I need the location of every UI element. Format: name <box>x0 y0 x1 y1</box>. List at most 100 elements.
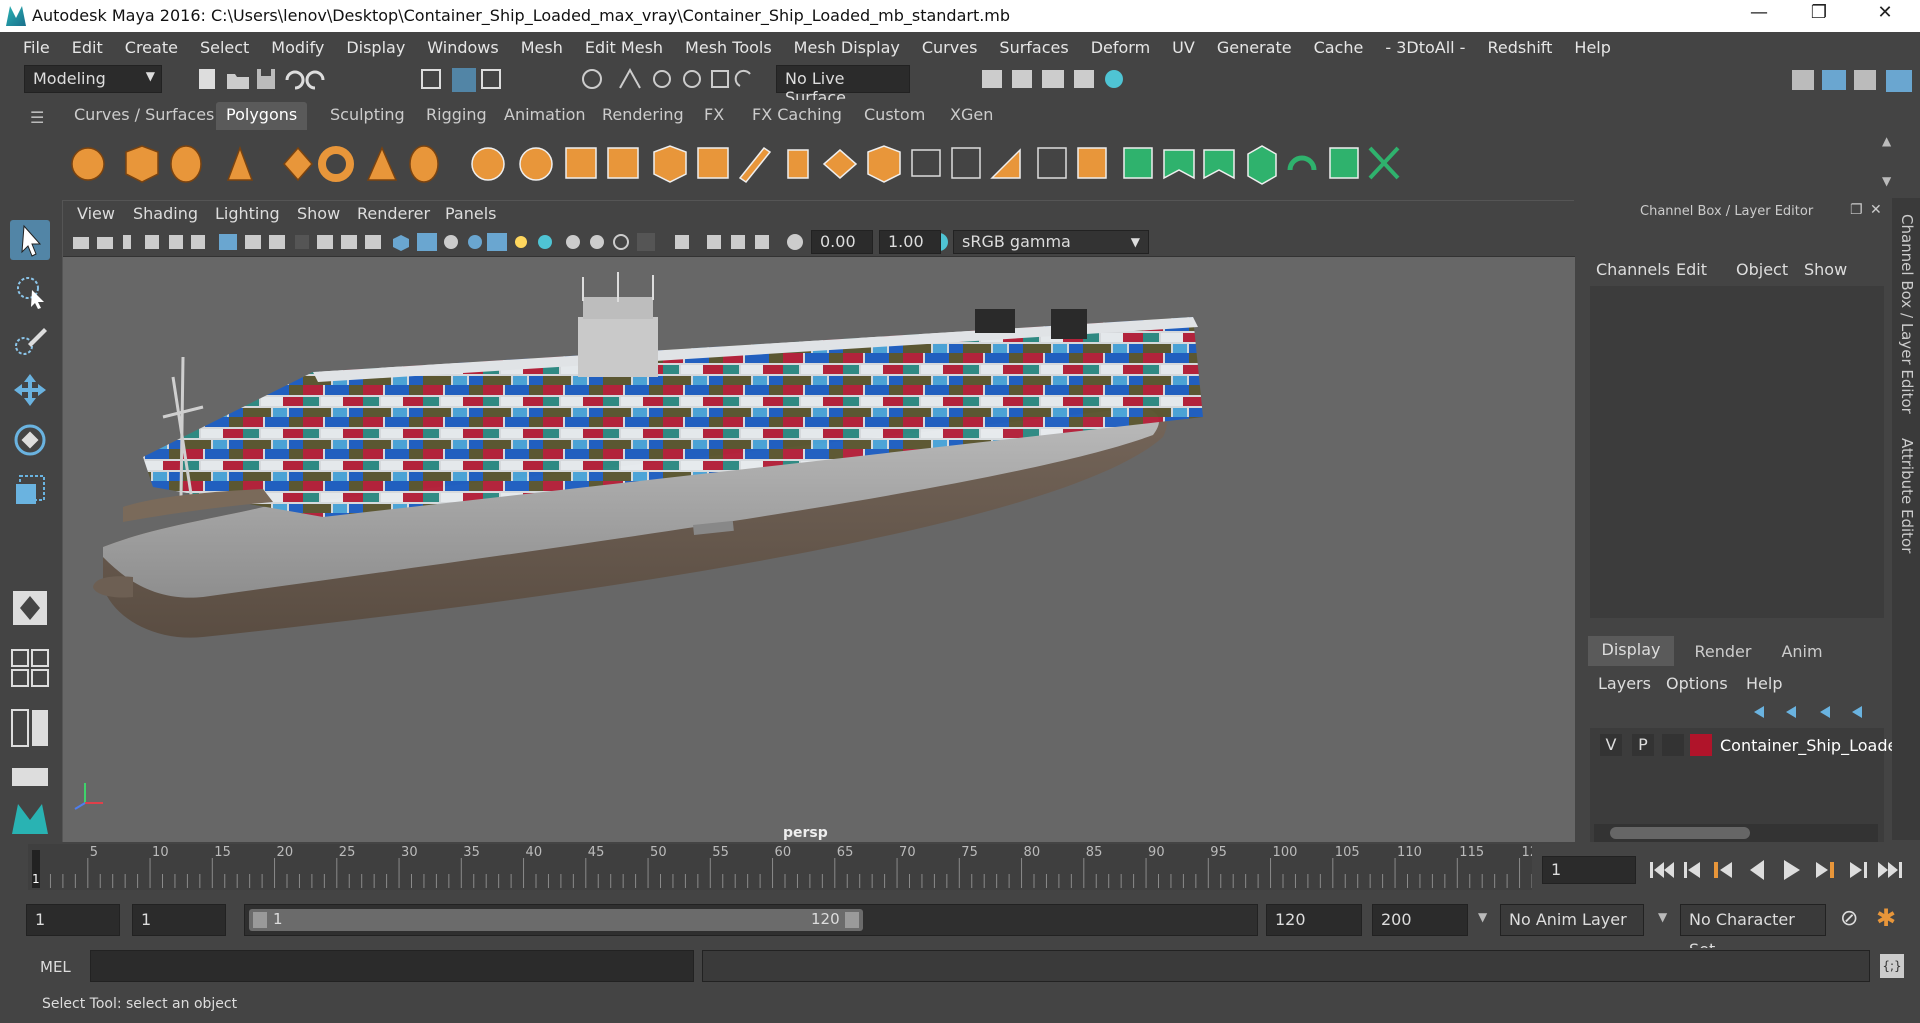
range-slider-thumb[interactable]: 1 120 <box>249 909 863 931</box>
playback-end-field[interactable]: 120 <box>1266 904 1362 936</box>
shelf-menu-icon[interactable]: ☰ <box>30 108 44 127</box>
side-tab-channel-box[interactable]: Channel Box / Layer Editor <box>1898 214 1916 414</box>
single-view-layout-icon[interactable] <box>10 588 50 628</box>
close-panel-icon[interactable]: ✕ <box>1870 202 1882 218</box>
preferences-icon[interactable]: ✱ <box>1876 904 1896 932</box>
scale-tool-icon[interactable] <box>10 470 50 510</box>
vp-menu-shading[interactable]: Shading <box>133 204 198 223</box>
mel-label[interactable]: MEL <box>40 958 71 976</box>
anim-layer-dropdown[interactable]: No Anim Layer <box>1500 904 1644 936</box>
tab-display[interactable]: Display <box>1588 636 1674 666</box>
gamma-field[interactable]: 1.00 <box>879 230 941 254</box>
character-set-dropdown[interactable]: No Character Set <box>1680 904 1826 959</box>
options-menu[interactable]: Options <box>1666 674 1728 693</box>
mode-dropdown[interactable]: Modeling ▼ <box>24 65 162 93</box>
layout-toggle-icon[interactable] <box>10 764 50 790</box>
tab-xgen[interactable]: XGen <box>940 102 1003 130</box>
paint-select-icon[interactable] <box>10 322 50 362</box>
playback-start-field[interactable]: 1 <box>132 904 226 936</box>
tab-anim[interactable]: Anim <box>1772 638 1832 666</box>
layer-action-icons[interactable] <box>1746 700 1886 724</box>
shelf-scroll-up-icon[interactable]: ▲ <box>1882 134 1891 148</box>
menu-surfaces[interactable]: Surfaces <box>988 38 1079 57</box>
select-tool-icon[interactable] <box>10 220 50 260</box>
tab-custom[interactable]: Custom <box>854 102 935 130</box>
script-editor-icon[interactable]: {;} <box>1880 954 1904 978</box>
menu-help[interactable]: Help <box>1563 38 1621 57</box>
layer-name[interactable]: Container_Ship_Loade <box>1720 736 1897 755</box>
selection-mask-icons[interactable] <box>420 66 520 92</box>
live-surface-field[interactable]: No Live Surface <box>776 65 910 107</box>
time-ruler[interactable]: 5 10 15 20 25 30 35 40 45 50 55 60 65 70 75 80 85 90 95 100… <box>28 844 1538 890</box>
menu-uv[interactable]: UV <box>1161 38 1206 57</box>
menu-create[interactable]: Create <box>114 38 189 57</box>
auto-key-icon[interactable]: ⊘ <box>1840 906 1858 931</box>
menu-edit-mesh[interactable]: Edit Mesh <box>574 38 674 57</box>
menu-display[interactable]: Display <box>335 38 416 57</box>
menu-mesh-display[interactable]: Mesh Display <box>783 38 911 57</box>
color-space-dropdown[interactable]: sRGB gamma ▼ <box>953 230 1149 254</box>
range-slider-track[interactable]: 1 120 <box>244 904 1258 936</box>
tab-render[interactable]: Render <box>1688 638 1758 666</box>
snap-icons[interactable] <box>580 66 770 92</box>
vp-menu-view[interactable]: View <box>77 204 115 223</box>
outliner-layout-icon[interactable] <box>10 708 50 748</box>
rotate-tool-icon[interactable] <box>10 420 50 460</box>
playback-controls[interactable] <box>1646 856 1916 884</box>
menu-file[interactable]: File <box>12 38 61 57</box>
cb-show-menu[interactable]: Show <box>1804 260 1847 279</box>
menu-select[interactable]: Select <box>189 38 260 57</box>
panel-layout-icons[interactable] <box>1788 66 1916 94</box>
layer-scrollbar[interactable] <box>1594 824 1878 842</box>
vp-menu-lighting[interactable]: Lighting <box>215 204 280 223</box>
minimize-button[interactable]: — <box>1736 2 1782 28</box>
render-icons[interactable] <box>980 66 1130 92</box>
channels-menu[interactable]: Channels <box>1596 260 1670 279</box>
menu-mesh-tools[interactable]: Mesh Tools <box>674 38 783 57</box>
close-button[interactable]: ✕ <box>1862 2 1908 28</box>
tab-animation[interactable]: Animation <box>494 102 596 130</box>
exposure-field[interactable]: 0.00 <box>811 230 873 254</box>
shelf-icons[interactable] <box>68 140 1868 190</box>
layers-menu[interactable]: Layers <box>1598 674 1651 693</box>
chevron-down-icon[interactable]: ▼ <box>1478 910 1487 924</box>
vp-menu-panels[interactable]: Panels <box>445 204 497 223</box>
float-panel-icon[interactable]: ❐ <box>1850 202 1863 218</box>
menu-mesh[interactable]: Mesh <box>510 38 574 57</box>
tab-curves-surfaces[interactable]: Curves / Surfaces <box>64 102 224 130</box>
vp-menu-renderer[interactable]: Renderer <box>357 204 430 223</box>
menu-curves[interactable]: Curves <box>911 38 989 57</box>
four-view-layout-icon[interactable] <box>10 648 50 688</box>
menu-redshift[interactable]: Redshift <box>1476 38 1563 57</box>
chevron-down-icon[interactable]: ▼ <box>1658 910 1667 924</box>
scene-view[interactable]: persp <box>63 257 1575 843</box>
lasso-tool-icon[interactable] <box>10 272 50 312</box>
cb-object-menu[interactable]: Object <box>1736 260 1788 279</box>
range-start-handle[interactable] <box>253 912 267 928</box>
menu-windows[interactable]: Windows <box>416 38 509 57</box>
menu-cache[interactable]: Cache <box>1303 38 1375 57</box>
menu-deform[interactable]: Deform <box>1080 38 1161 57</box>
tab-fx[interactable]: FX <box>694 102 734 130</box>
maya-home-icon[interactable] <box>10 798 50 838</box>
layer-visibility-toggle[interactable]: V <box>1600 734 1622 756</box>
menu-generate[interactable]: Generate <box>1206 38 1303 57</box>
range-end-handle[interactable] <box>845 912 859 928</box>
tab-rendering[interactable]: Rendering <box>592 102 694 130</box>
shelf-scroll-down-icon[interactable]: ▼ <box>1882 174 1891 188</box>
menu-modify[interactable]: Modify <box>260 38 335 57</box>
end-time-field[interactable]: 200 <box>1372 904 1468 936</box>
cb-edit-menu[interactable]: Edit <box>1676 260 1707 279</box>
tab-rigging[interactable]: Rigging <box>416 102 497 130</box>
current-frame-field[interactable]: 1 <box>1542 856 1636 884</box>
menu-edit[interactable]: Edit <box>61 38 114 57</box>
start-time-field[interactable]: 1 <box>26 904 120 936</box>
maximize-button[interactable]: ❐ <box>1796 2 1842 28</box>
tab-polygons[interactable]: Polygons <box>216 102 308 130</box>
layer-display-type[interactable] <box>1662 734 1684 756</box>
mel-input[interactable] <box>90 950 694 982</box>
layer-playback-toggle[interactable]: P <box>1632 734 1654 756</box>
side-tab-attribute-editor[interactable]: Attribute Editor <box>1898 438 1916 553</box>
menu-3dtoall[interactable]: - 3DtoAll - <box>1374 38 1476 57</box>
tab-sculpting[interactable]: Sculpting <box>320 102 415 130</box>
